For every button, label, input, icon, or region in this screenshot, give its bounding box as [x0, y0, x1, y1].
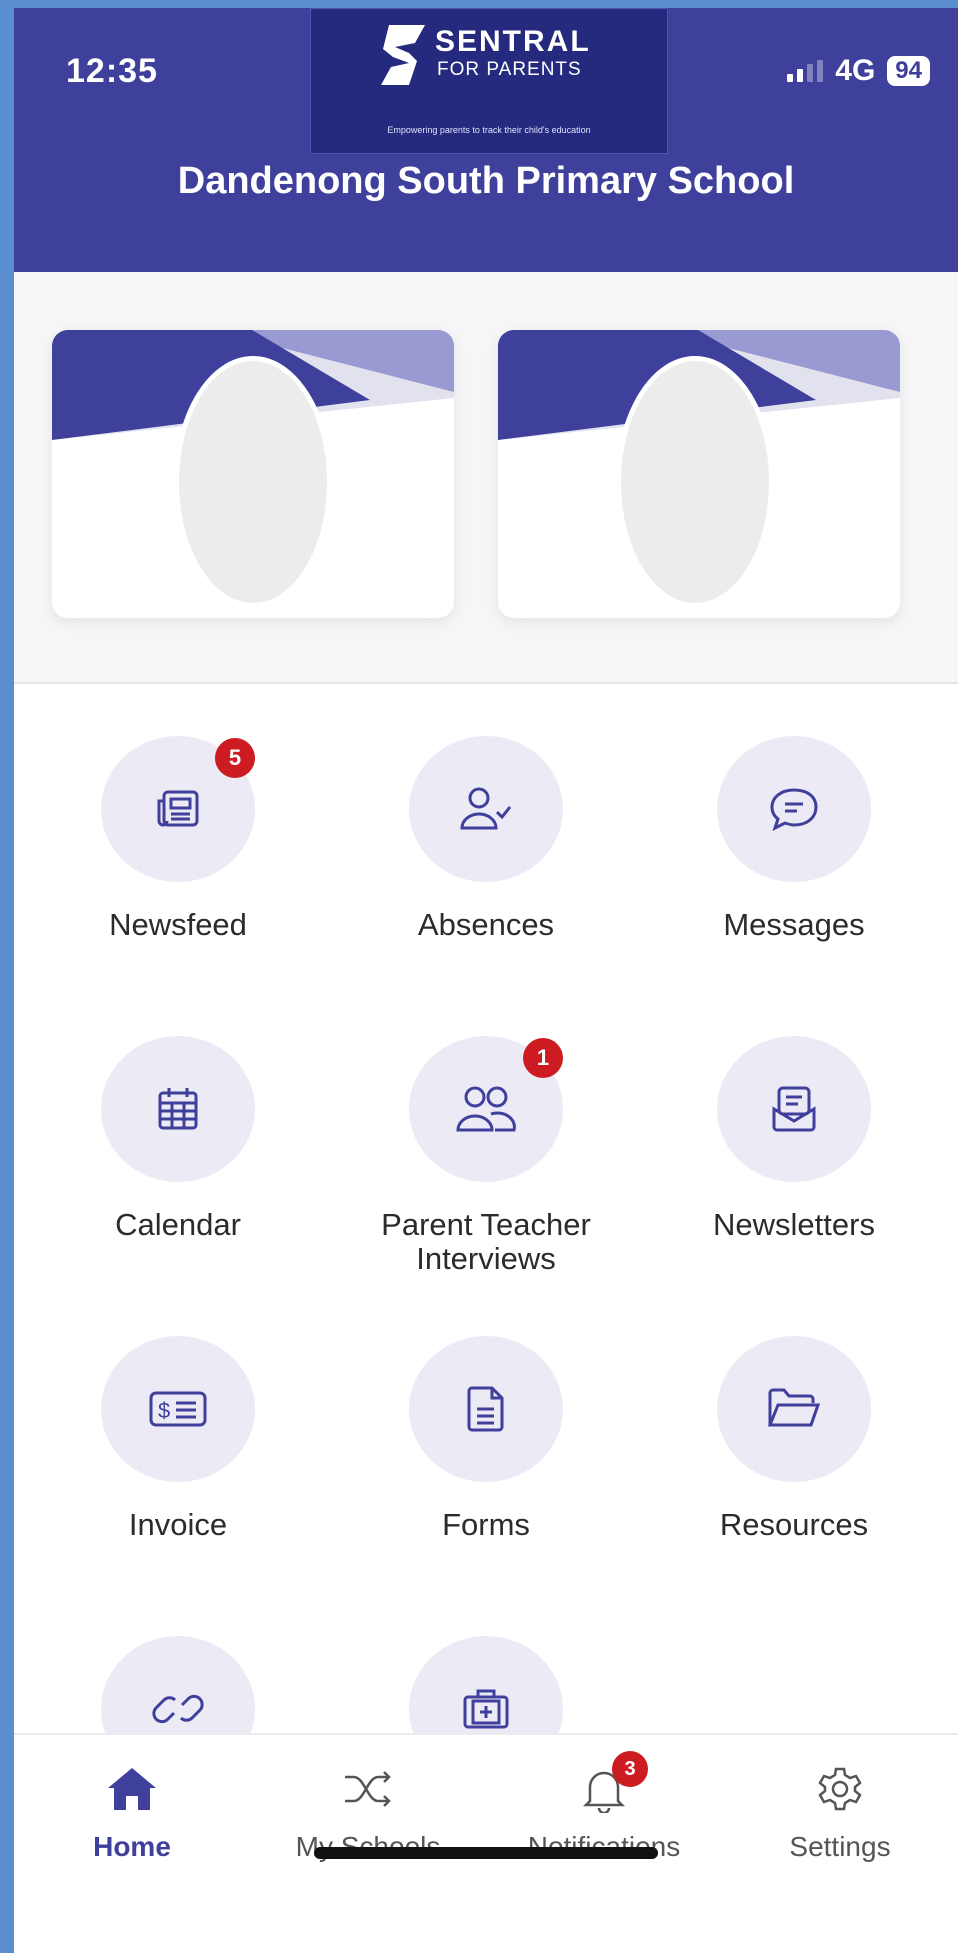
sentral-s-logo-icon [381, 25, 425, 85]
resources-icon-circle [717, 1336, 871, 1482]
nav-settings[interactable]: Settings [722, 1759, 958, 1863]
calendar-icon-circle [101, 1036, 255, 1182]
interviews-icon-circle: 1 [409, 1036, 563, 1182]
menu-newsletters[interactable]: Newsletters [644, 1036, 944, 1242]
menu-calendar[interactable]: Calendar [28, 1036, 328, 1242]
newsfeed-icon-circle: 5 [101, 736, 255, 882]
invoice-label: Invoice [128, 1507, 228, 1542]
absences-icon-circle [409, 736, 563, 882]
document-icon [467, 1386, 504, 1432]
student-avatar [616, 356, 774, 608]
interviews-label: Parent Teacher Interviews [336, 1208, 636, 1276]
nav-home[interactable]: Home [14, 1759, 250, 1863]
student-card[interactable] [498, 330, 900, 618]
menu-newsfeed[interactable]: 5 Newsfeed [28, 736, 328, 942]
users-icon [456, 1086, 516, 1132]
menu-absences[interactable]: Absences [336, 736, 636, 942]
forms-icon-circle [409, 1336, 563, 1482]
absences-label: Absences [417, 907, 555, 942]
user-check-icon [460, 787, 512, 830]
newsfeed-label: Newsfeed [109, 907, 247, 942]
battery-icon: 94 [887, 56, 930, 86]
menu-forms[interactable]: Forms [336, 1336, 636, 1542]
calendar-icon [158, 1088, 198, 1130]
gear-icon [818, 1767, 862, 1811]
link-icon [152, 1694, 204, 1724]
brand-tagline: Empowering parents to track their child'… [387, 125, 591, 135]
newsfeed-badge: 5 [215, 738, 255, 778]
nav-home-label: Home [93, 1831, 171, 1862]
menu-messages[interactable]: Messages [644, 736, 944, 942]
app-screen: 12:35 SENTRAL FOR PARENTS Empowering par… [14, 8, 958, 1953]
home-indicator [314, 1847, 658, 1859]
menu-invoice[interactable]: $ Invoice [28, 1336, 328, 1542]
messages-label: Messages [723, 907, 865, 942]
svg-text:$: $ [158, 1398, 170, 1423]
brand-name: SENTRAL [435, 25, 591, 58]
student-cards [14, 272, 958, 684]
student-card[interactable] [52, 330, 454, 618]
notifications-badge: 3 [612, 1751, 648, 1787]
school-name: Dandenong South Primary School [177, 160, 795, 202]
student-avatar [174, 356, 332, 608]
signal-icon [787, 60, 824, 82]
network-type: 4G [835, 54, 876, 87]
bottom-nav: Home My Schools 3 Notifications [14, 1733, 958, 1953]
interviews-badge: 1 [523, 1038, 563, 1078]
status-indicators: 4G 94 [787, 54, 930, 88]
interviews-label-line1: Parent Teacher [381, 1207, 591, 1242]
home-icon [108, 1768, 156, 1810]
calendar-label: Calendar [115, 1207, 241, 1242]
menu-parent-teacher-interviews[interactable]: 1 Parent Teacher Interviews [336, 1036, 636, 1276]
status-time: 12:35 [66, 52, 158, 90]
header: 12:35 SENTRAL FOR PARENTS Empowering par… [14, 8, 958, 272]
messages-icon-circle [717, 736, 871, 882]
sentral-logo: SENTRAL FOR PARENTS Empowering parents t… [310, 8, 668, 154]
shuffle-icon [345, 1771, 391, 1807]
resources-label: Resources [719, 1507, 869, 1542]
forms-label: Forms [442, 1507, 530, 1542]
nav-settings-label: Settings [789, 1831, 891, 1862]
menu-resources[interactable]: Resources [644, 1336, 944, 1542]
newspaper-icon [157, 790, 199, 827]
brand-subtitle: FOR PARENTS [437, 59, 582, 80]
folder-icon [767, 1388, 821, 1427]
invoice-icon-circle: $ [101, 1336, 255, 1482]
interviews-label-line2: Interviews [416, 1241, 556, 1276]
newsletters-label: Newsletters [713, 1207, 875, 1242]
newsletters-icon-circle [717, 1036, 871, 1182]
chat-bubble-icon [770, 788, 818, 831]
invoice-icon: $ [149, 1391, 207, 1427]
envelope-letter-icon [772, 1086, 816, 1132]
medical-kit-icon [463, 1689, 509, 1729]
